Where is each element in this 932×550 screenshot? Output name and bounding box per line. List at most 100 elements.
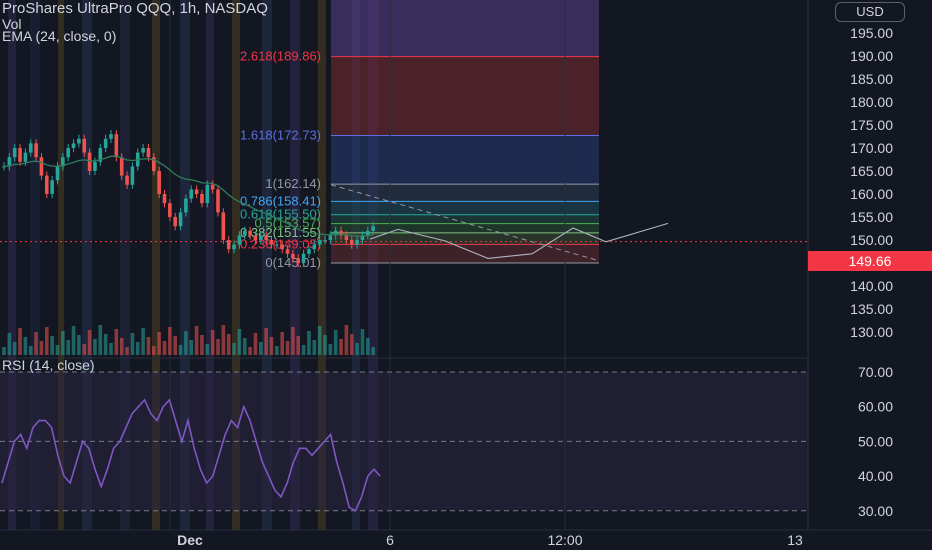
candle-body [71,143,76,148]
volume-bar [71,326,76,355]
volume-bar [323,335,327,355]
volume-bar [178,345,183,355]
volume-bar [216,339,220,355]
candle-body [12,148,17,158]
candle-body [109,134,113,139]
candle-body [77,138,81,144]
volume-bar [66,340,70,355]
candle-body [66,148,70,158]
candle-body [55,166,60,181]
volume-bar [82,344,87,355]
volume-bar [339,339,343,355]
candle-body [114,134,119,158]
time-axis-tick: 13 [787,532,803,548]
candle-body [103,138,108,148]
price-axis-tick: 155.00 [850,209,893,225]
fib-zone [331,244,599,263]
price-axis-tick: 170.00 [850,140,893,156]
price-axis-tick: 190.00 [850,48,893,64]
volume-bar [205,344,210,355]
candle-body [226,240,231,250]
candle-body [119,157,124,176]
time-axis[interactable]: Dec 6 12:00 13 [0,529,932,550]
candle-body [34,143,38,158]
candle-body [355,240,359,245]
volume-bar [226,334,231,355]
volume-bar [23,337,28,355]
volume-bar [39,341,44,355]
volume-bar [312,340,317,355]
candle-body [259,235,263,240]
candle-body [232,244,236,250]
candle-body [184,198,188,213]
candle-body [210,184,215,190]
current-price-badge: 149.66 [808,251,932,271]
volume-bar [119,338,124,355]
candle-body [269,240,274,245]
rsi-axis-tick: 70.00 [858,364,893,380]
volume-bar [34,332,38,355]
candle-body [50,180,54,194]
fib-zone [331,135,599,185]
candle-body [146,148,151,158]
time-axis-tick: Dec [177,532,203,548]
candle-body [237,235,242,245]
rsi-indicator-label[interactable]: RSI (14, close) [2,357,95,373]
candle-body [253,235,258,240]
candle-body [200,194,204,204]
candle-body [280,244,284,250]
fib-level-label: 1.618(172.73) [240,127,321,142]
chart-canvas[interactable]: 2.618(189.86)1.618(172.73)1(162.14)0.786… [0,0,932,550]
volume-bar [200,335,204,355]
time-axis-tick: 12:00 [547,532,582,548]
volume-bar [328,344,333,355]
volume-bar [242,338,247,355]
price-axis-tick: 180.00 [850,94,893,110]
price-axis-tick: 160.00 [850,186,893,202]
volume-bar [55,345,60,355]
volume-bar [114,329,119,355]
candle-body [39,157,44,176]
price-axis-tick: 140.00 [850,278,893,294]
volume-bar [7,333,12,355]
volume-bar [259,342,263,355]
price-axis-tick: 195.00 [850,25,893,41]
candle-body [291,253,295,259]
price-axis-tick: 165.00 [850,163,893,179]
volume-bar [98,325,103,355]
volume-bar [77,335,81,355]
volume-bar [371,347,375,355]
fib-zone [331,201,599,215]
candle-body [28,143,33,153]
symbol-title[interactable]: ProShares UltraPro QQQ, 1h, NASDAQ [2,0,268,17]
volume-bar [109,343,113,355]
ema-indicator-label[interactable]: EMA (24, close, 0) [2,28,116,44]
volume-bar [125,347,129,355]
candle-body [168,203,172,217]
candle-body [93,161,97,171]
volume-bar [28,346,33,355]
volume-bar [280,332,284,355]
volume-bar [269,337,274,355]
candle-body [178,212,183,227]
currency-button[interactable]: USD [835,2,905,22]
volume-bar [291,327,295,355]
volume-bar [45,327,49,355]
candle-body [125,175,129,185]
rsi-axis-tick: 50.00 [858,433,893,449]
fib-zone [331,184,599,202]
candle-body [194,189,199,194]
volume-bar [162,341,167,355]
volume-bar [317,326,322,355]
candle-body [242,230,247,236]
volume-bar [12,342,17,355]
candle-body [344,235,349,240]
volume-bar [141,328,145,355]
chart-root: { "header": { "title": "ProShares UltraP… [0,0,932,550]
candle-body [189,189,194,199]
fib-level-label: 2.618(189.86) [240,49,321,64]
volume-bar [275,346,279,355]
volume-bar [210,330,215,355]
volume-bar [355,343,359,355]
volume-bar [344,325,349,355]
